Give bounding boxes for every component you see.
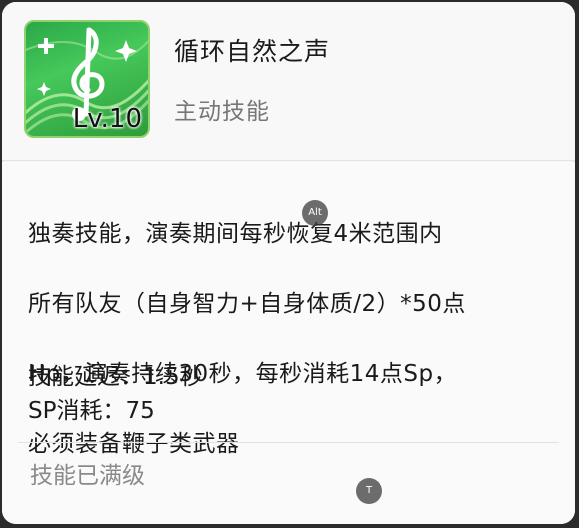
- skill-sp-cost: SP消耗：75: [28, 398, 155, 424]
- skill-delay: 技能延迟：1.5秒: [28, 364, 203, 390]
- skill-type: 主动技能: [174, 99, 270, 125]
- skill-level-label: Lv.10: [72, 104, 142, 134]
- description-line: 所有队友（自身智力+自身体质/2）*50点: [28, 291, 466, 317]
- skill-max-status: 技能已满级: [30, 463, 145, 489]
- divider: [18, 442, 559, 443]
- skill-stats: 技能延迟：1.5秒 SP消耗：75: [28, 360, 203, 428]
- skill-description: 独奏技能，演奏期间每秒恢复4米范围内 所有队友（自身智力+自身体质/2）*50点…: [28, 182, 548, 497]
- alt-key-hint[interactable]: Alt: [302, 200, 328, 226]
- description-line: 独奏技能，演奏期间每秒恢复4米范围内: [28, 221, 443, 247]
- t-key-hint[interactable]: T: [356, 478, 382, 504]
- skill-body: 独奏技能，演奏期间每秒恢复4米范围内 所有队友（自身智力+自身体质/2）*50点…: [2, 162, 575, 524]
- skill-icon: Lv.10: [24, 20, 150, 138]
- skill-tooltip-panel: Lv.10 循环自然之声 主动技能 独奏技能，演奏期间每秒恢复4米范围内 所有队…: [2, 2, 575, 524]
- skill-header: Lv.10 循环自然之声 主动技能: [2, 2, 575, 161]
- skill-name: 循环自然之声: [174, 37, 331, 66]
